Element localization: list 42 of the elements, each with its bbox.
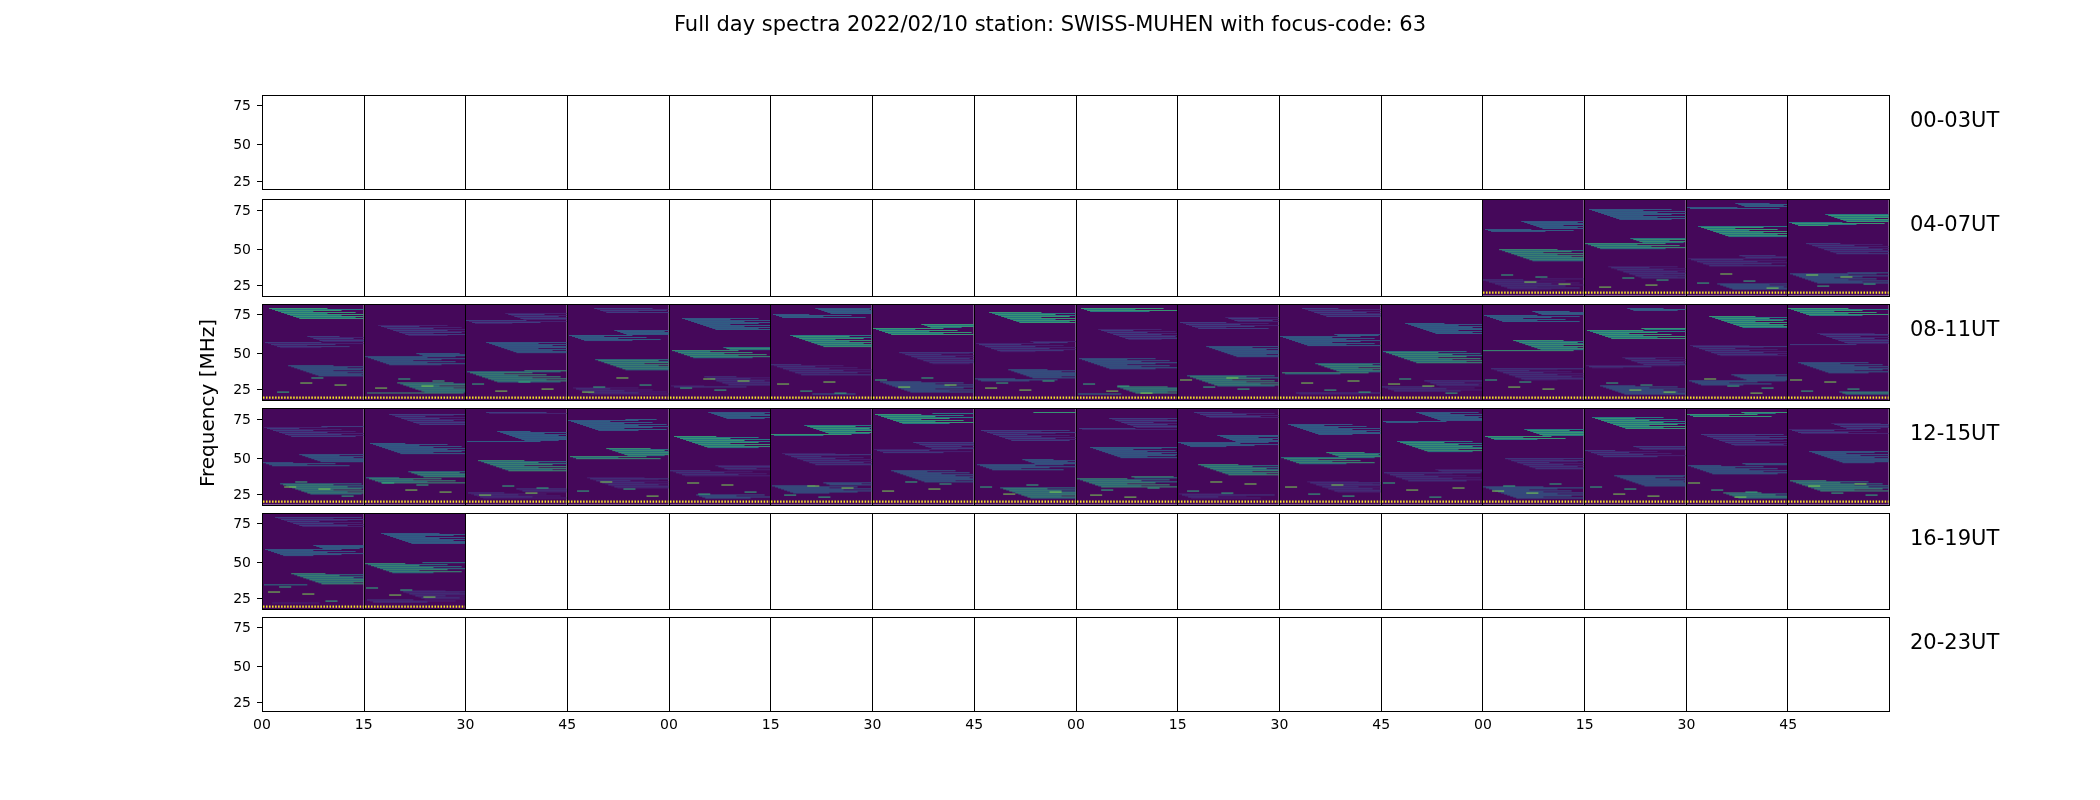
y-tick-label: 25 (232, 381, 251, 398)
figure-title: Full day spectra 2022/02/10 station: SWISS-MUHEN with focus-code: 63 (672, 11, 1428, 38)
y-tick-label: 25 (232, 694, 251, 711)
y-tick-label: 75 (232, 410, 251, 427)
x-tick-label: 45 (558, 715, 577, 732)
x-tick-label: 30 (456, 715, 475, 732)
row-time-label: 20-23UT (1909, 628, 2001, 656)
y-tick-label: 25 (232, 590, 251, 607)
x-tick-label: 30 (1270, 715, 1289, 732)
x-tick-label: 15 (1575, 715, 1594, 732)
x-tick-label: 15 (1168, 715, 1187, 732)
y-axis-label: Frequency [MHz] (195, 319, 219, 488)
row-time-label: 16-19UT (1909, 524, 2001, 552)
x-tick-label: 45 (965, 715, 984, 732)
x-tick-label: 00 (1474, 715, 1492, 732)
x-tick-label: 15 (354, 715, 373, 732)
y-tick-label: 75 (232, 515, 251, 531)
x-tick-label: 45 (1372, 715, 1391, 732)
row-time-label: 08-11UT (1909, 315, 2001, 343)
x-tick-label: 00 (253, 715, 271, 732)
row-time-label: 12-15UT (1909, 420, 2001, 448)
y-tick-label: 75 (232, 97, 251, 114)
y-tick-label: 50 (232, 553, 251, 570)
y-tick-label: 75 (232, 306, 251, 323)
y-tick-label: 50 (232, 345, 251, 362)
x-tick-label: 15 (761, 715, 780, 732)
y-tick-label: 50 (232, 136, 251, 153)
y-tick-label: 25 (232, 276, 251, 293)
x-tick-label: 00 (1067, 715, 1085, 732)
x-tick-label: 45 (1779, 715, 1798, 732)
y-tick-label: 25 (232, 485, 251, 502)
y-tick-label: 75 (232, 619, 251, 636)
y-tick-label: 50 (232, 449, 251, 466)
row-time-label: 04-07UT (1909, 211, 2001, 239)
y-tick-label: 75 (232, 201, 251, 218)
y-tick-label: 25 (232, 172, 251, 189)
row-time-label: 00-03UT (1909, 107, 2001, 134)
x-tick-label: 00 (660, 715, 678, 732)
x-tick-label: 30 (1677, 715, 1696, 732)
y-tick-label: 50 (232, 240, 251, 257)
y-tick-label: 50 (232, 658, 251, 675)
x-tick-label: 30 (863, 715, 882, 732)
